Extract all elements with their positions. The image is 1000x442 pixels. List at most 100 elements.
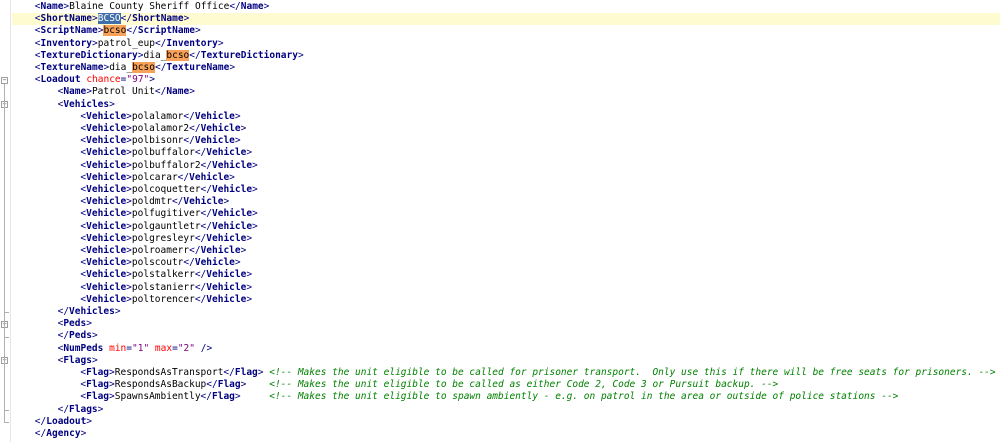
tag-bracket: > (91, 354, 98, 366)
tag-name: Flag (86, 391, 110, 403)
tag-bracket: </ (189, 123, 201, 134)
tag-bracket: > (195, 25, 201, 37)
tag-name: Vehicle (189, 171, 230, 183)
code-line[interactable]: <Vehicle>polfugitiver</Vehicle> (12, 208, 1000, 220)
text-content: polbisonr (131, 135, 184, 147)
tag-bracket: > (234, 110, 241, 122)
code-line[interactable]: <Vehicle>polcarar</Vehicle> (12, 172, 1000, 184)
tag-bracket: </ (171, 196, 184, 208)
code-line[interactable]: <Vehicle>polroamerr</Vehicle> (12, 245, 1000, 257)
code-line[interactable]: <Loadout chance="97"> (12, 74, 1000, 86)
tag-name: NumPeds (63, 342, 104, 354)
tag-bracket: > (229, 171, 235, 183)
code-line[interactable]: </Peds> (12, 330, 1000, 342)
tag-name: Flag (212, 391, 235, 403)
code-line[interactable]: <TextureName>dia_bcso</TextureName> (12, 62, 1000, 74)
code-line[interactable]: <ScriptName>bcso</ScriptName> (12, 25, 1000, 37)
tag-bracket: </ (126, 25, 138, 37)
code-line[interactable]: <Vehicles> (12, 99, 1000, 111)
tag-name: Loadout (40, 74, 81, 86)
tag-bracket: > (240, 245, 247, 256)
fold-margin[interactable]: −−−− (0, 0, 11, 442)
fold-toggle-icon[interactable]: − (1, 76, 8, 84)
code-line[interactable]: <Vehicle>polalamor</Vehicle> (12, 111, 1000, 123)
code-line[interactable]: <Flag>SpawnsAmbiently</Flag> <!-- Makes … (12, 391, 1000, 403)
code-line[interactable]: <Vehicle>poltorencer</Vehicle> (12, 294, 1000, 306)
code-line[interactable]: <Vehicle>polstalkerr</Vehicle> (12, 269, 1000, 281)
tag-bracket: > (189, 86, 195, 98)
code-line[interactable]: <Vehicle>polcoquetter</Vehicle> (12, 184, 1000, 196)
tag-bracket: </ (154, 37, 167, 49)
tag-bracket: </ (229, 1, 241, 12)
tag-name: Vehicle (86, 135, 127, 147)
tag-name: Vehicle (86, 110, 127, 122)
tag-name: Vehicle (86, 159, 127, 171)
tag-name: Vehicle (86, 232, 127, 244)
code-line[interactable]: <Name>Patrol Unit</Name> (12, 86, 1000, 98)
tag-name: ScriptName (40, 25, 98, 37)
text-content: polfugitiver (131, 208, 201, 220)
tag-bracket: > (183, 13, 190, 25)
tag-name: Name (166, 86, 190, 98)
tag-bracket: > (297, 49, 304, 61)
code-line[interactable]: <Inventory>patrol_eup</Inventory> (12, 38, 1000, 50)
tag-bracket: </ (154, 86, 167, 98)
tag-name: Vehicle (86, 257, 127, 269)
tag-bracket: </ (189, 49, 201, 61)
tag-name: Vehicle (86, 269, 127, 281)
tag-name: Vehicles (69, 306, 115, 317)
code-line[interactable]: <NumPeds min="1" max="2" /> (12, 343, 1000, 355)
tag-name: Vehicle (183, 196, 224, 208)
code-line[interactable]: <Vehicle>polgresleyr</Vehicle> (12, 233, 1000, 245)
occurrence-highlight: bcso (132, 62, 155, 73)
code-line[interactable]: <Vehicle>polscoutr</Vehicle> (12, 257, 1000, 269)
code-line[interactable]: <Vehicle>poldmtr</Vehicle> (12, 196, 1000, 208)
code-line[interactable]: <Vehicle>polbuffalor</Vehicle> (12, 147, 1000, 159)
tag-name: TextureName (166, 62, 230, 73)
code-line[interactable]: <Peds> (12, 318, 1000, 330)
tag-bracket: </ (120, 13, 133, 25)
text-content: polcarar (131, 171, 178, 183)
code-line[interactable]: <Name>Blaine County Sheriff Office</Name… (12, 1, 1000, 13)
code-line[interactable]: </Loadout> (12, 416, 1000, 428)
tag-name: Flag (86, 367, 110, 378)
text-content: patrol_eup (97, 37, 155, 49)
code-line[interactable]: <Vehicle>polstanierr</Vehicle> (12, 282, 1000, 294)
code-editor[interactable]: <Name>Blaine County Sheriff Office</Name… (12, 0, 1000, 442)
tag-bracket: </ (57, 330, 70, 342)
tag-bracket: > (91, 330, 98, 342)
fold-end-marker (4, 421, 9, 423)
text-content: polscoutr (131, 257, 184, 269)
code-line[interactable]: <Vehicle>polalamor2</Vehicle> (12, 123, 1000, 135)
tag-name: Vehicle (194, 257, 235, 269)
text-content: RespondsAsBackup (114, 379, 207, 391)
tag-bracket: > (80, 428, 87, 439)
code-line[interactable]: <Flag>RespondsAsTransport</Flag> <!-- Ma… (12, 367, 1000, 379)
code-line[interactable]: <TextureDictionary>dia_bcso</TextureDict… (12, 49, 1000, 62)
code-line[interactable]: <Flags> (12, 355, 1000, 367)
selected-text: BCSO (97, 13, 121, 25)
tag-bracket: > (86, 415, 93, 427)
tag-name: Vehicle (86, 171, 127, 183)
code-line[interactable]: <Flag>RespondsAsBackup</Flag> <!-- Makes… (12, 379, 1000, 391)
tag-name: Vehicle (206, 232, 247, 244)
tag-bracket: </ (57, 403, 70, 415)
code-line[interactable]: <Vehicle>polbuffalor2</Vehicle> (12, 160, 1000, 172)
code-line[interactable]: <Vehicle>polgauntletr</Vehicle> (12, 221, 1000, 233)
tag-name: Vehicle (212, 184, 253, 195)
tag-bracket: > (240, 123, 247, 134)
code-line[interactable]: <ShortName>BCSO</ShortName> (12, 13, 1000, 26)
tag-bracket: </ (194, 269, 207, 281)
text-content: polbuffalor2 (131, 159, 201, 171)
attribute-name: min (109, 342, 127, 354)
tag-name: Vehicle (86, 123, 127, 134)
tag-bracket: </ (194, 281, 207, 293)
text-content: polroamerr (131, 245, 190, 256)
code-line[interactable]: </Flags> (12, 404, 1000, 416)
code-line[interactable]: <Vehicle>polbisonr</Vehicle> (12, 135, 1000, 147)
text-content: poltorencer (131, 293, 195, 305)
attribute-value: "2" (177, 342, 195, 354)
tag-bracket: </ (183, 257, 195, 269)
code-line[interactable]: </Vehicles> (12, 306, 1000, 318)
code-line[interactable]: </Agency> (12, 428, 1000, 440)
